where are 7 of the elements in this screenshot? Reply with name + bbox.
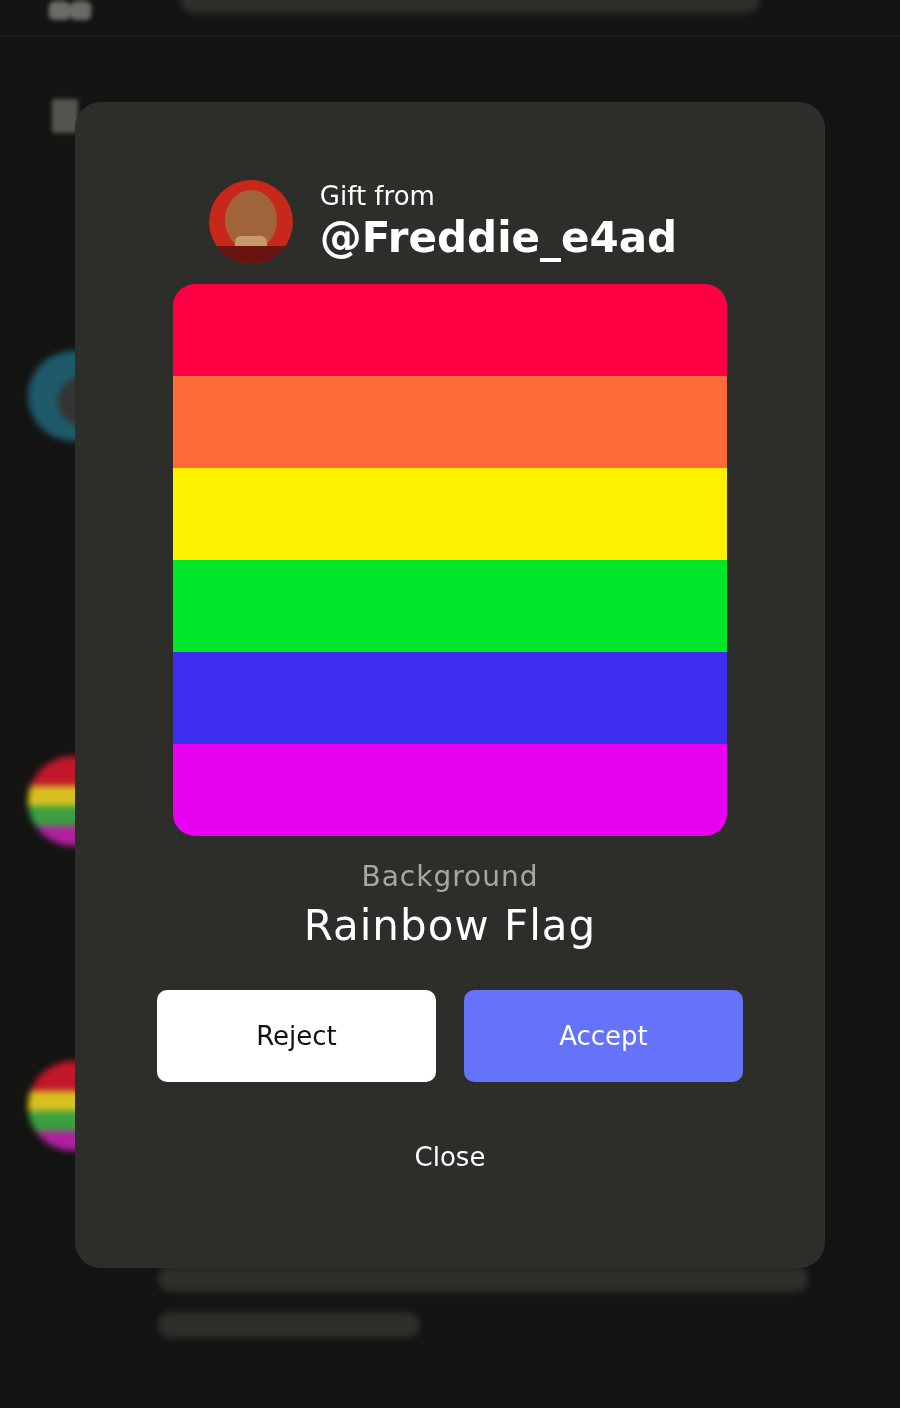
item-kind: Background [361, 860, 539, 893]
sender-name: @Freddie_e4ad [319, 212, 678, 264]
close-button[interactable]: Close [406, 1138, 494, 1176]
item-name: Rainbow Flag [303, 901, 597, 950]
gift-caption: Gift from [319, 180, 436, 212]
reject-button[interactable]: Reject [157, 990, 436, 1082]
accept-button[interactable]: Accept [464, 990, 743, 1082]
